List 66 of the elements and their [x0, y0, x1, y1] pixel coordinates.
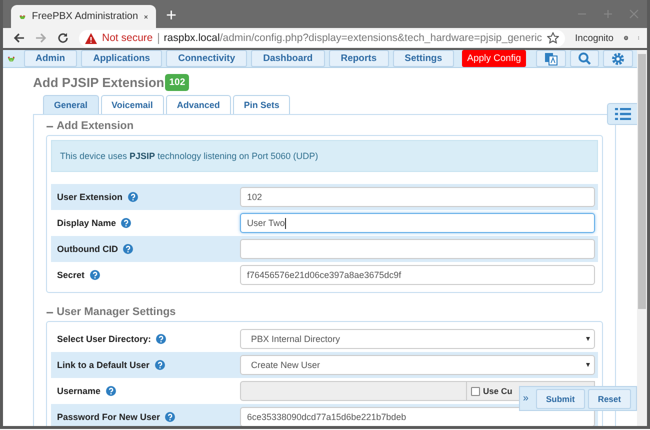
help-icon[interactable] [165, 412, 176, 422]
reset-button[interactable]: Reset [588, 388, 631, 408]
close-icon[interactable] [144, 12, 148, 20]
search-icon [578, 52, 591, 65]
security-label: Not secure [102, 32, 153, 44]
nav-menu-button[interactable]: Dashboard [251, 50, 325, 67]
nav-menu-button[interactable]: Settings [392, 50, 454, 67]
sidebar-toggle-button[interactable] [607, 103, 637, 125]
page-title: Add PJSIP Extension [33, 74, 164, 90]
tab-title: FreePBX Administration [32, 11, 138, 22]
reload-icon[interactable] [57, 32, 69, 44]
submit-button[interactable]: Submit [536, 388, 585, 408]
info-message: This device uses PJSIP technology listening on Port 5060 (UDP) [51, 140, 598, 172]
field-label: Link to a Default User [57, 360, 150, 370]
help-icon[interactable] [156, 334, 166, 344]
input-field[interactable]: User Two [240, 213, 595, 233]
field-label: Username [57, 386, 101, 396]
tab[interactable]: Pin Sets [232, 95, 290, 114]
input-field[interactable] [240, 239, 595, 259]
section-title: Add Extension [56, 120, 134, 132]
input-field[interactable]: 102 [240, 187, 595, 207]
apply-config-button[interactable]: Apply Config [462, 50, 526, 67]
select-dropdown[interactable]: PBX Internal Directory [240, 329, 595, 349]
checkbox-label: Use Cu [483, 386, 512, 396]
help-icon[interactable] [90, 270, 100, 280]
input-field[interactable]: f76456576e21d06ce397a8ae3675dc9f [240, 265, 595, 285]
input-field[interactable]: 6ce35338090dcd77a15d6be221b7bdeb [240, 407, 595, 426]
search-button[interactable] [570, 50, 599, 67]
help-icon[interactable] [128, 192, 138, 202]
browser-tab[interactable]: FreePBX Administration [11, 5, 156, 28]
scrollbar[interactable] [637, 50, 647, 426]
tab[interactable]: Voicemail [100, 95, 164, 114]
collapse-toggle[interactable]: − [46, 118, 54, 134]
expand-toggle[interactable]: » [523, 393, 533, 404]
tab[interactable]: General [43, 95, 99, 114]
nav-menu-button[interactable]: Applications [81, 50, 162, 67]
address-field[interactable]: Not secure raspbx.local/admin/config.php?display=extensions&tech_hardware=pjsip_generic [79, 30, 566, 46]
help-icon[interactable] [154, 360, 165, 370]
help-icon[interactable] [122, 244, 133, 254]
select-dropdown[interactable]: Create New User [240, 355, 595, 375]
field-label: Secret [57, 270, 85, 280]
star-icon[interactable] [547, 32, 560, 44]
field-label: Display Name [57, 218, 116, 228]
field-label: Outbound CID [57, 244, 118, 254]
translate-icon [544, 52, 558, 66]
field-label: User Extension [57, 192, 123, 202]
nav-menu-button[interactable]: Connectivity [166, 50, 248, 67]
nav-menu-button[interactable]: Reports [328, 50, 389, 67]
warning-icon [85, 32, 97, 44]
tab[interactable]: Advanced [166, 95, 231, 114]
new-tab-button[interactable]: + [166, 6, 177, 24]
extension-badge: 102 [165, 74, 190, 90]
list-icon [614, 108, 630, 120]
url-text: raspbx.local/admin/config.php?display=extensions&tech_hardware=pjsip_generic [164, 32, 542, 44]
field-label: Select User Directory: [57, 334, 152, 344]
back-icon[interactable] [13, 32, 25, 44]
help-icon[interactable] [121, 218, 132, 228]
settings-button[interactable] [603, 50, 633, 67]
profile-label: Incognito [575, 32, 614, 44]
nav-menu-button[interactable]: Admin [24, 50, 78, 67]
settings-icon [611, 52, 625, 66]
field-label: Password For New User [57, 412, 160, 422]
language-button[interactable] [536, 50, 566, 67]
collapse-toggle[interactable]: − [46, 304, 54, 320]
section-title: User Manager Settings [56, 306, 176, 318]
help-icon[interactable] [106, 386, 116, 396]
